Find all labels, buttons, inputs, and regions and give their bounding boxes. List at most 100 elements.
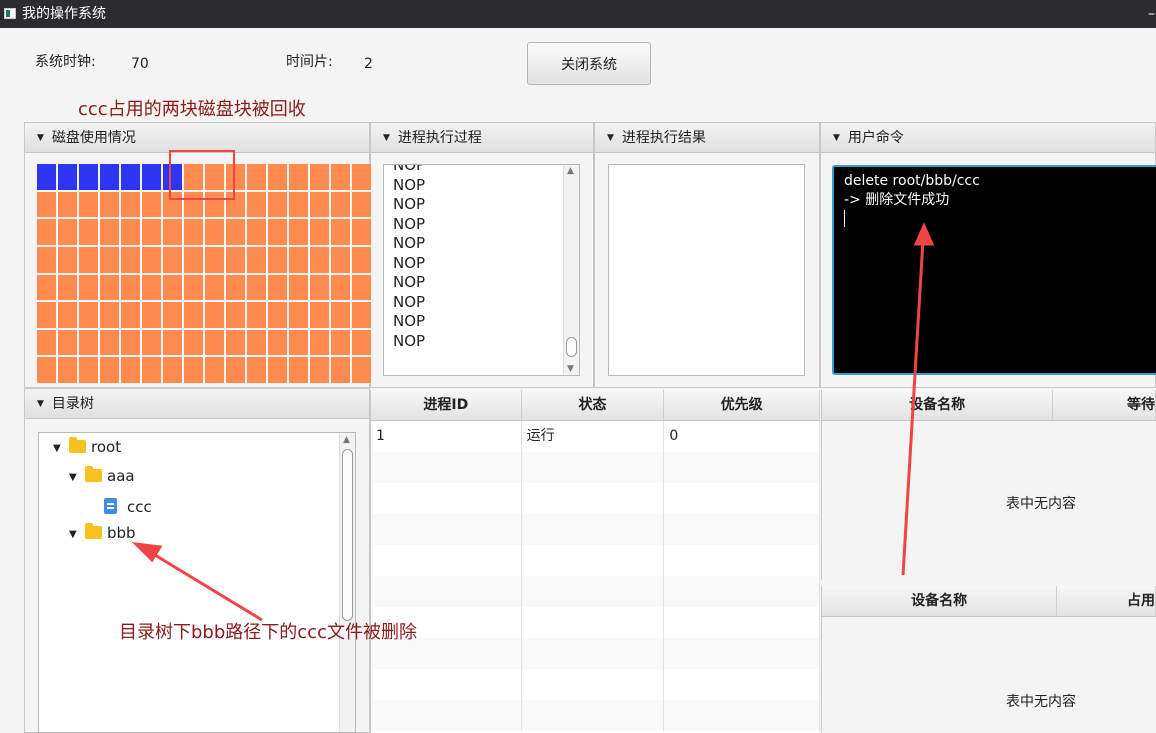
column-header-pid[interactable]: 进程ID — [371, 390, 522, 420]
disk-block-free — [226, 219, 245, 245]
disk-block-free — [142, 357, 161, 383]
disk-usage-header[interactable]: ▼ 磁盘使用情况 — [25, 123, 369, 153]
disk-block-free — [163, 274, 182, 301]
table-cell-empty — [664, 576, 821, 607]
process-log-header[interactable]: ▼ 进程执行过程 — [371, 123, 593, 153]
disk-block-free — [37, 246, 56, 273]
table-row-empty[interactable] — [371, 607, 821, 638]
process-log-scrollbar[interactable]: ▲ ▼ — [563, 165, 579, 375]
file-icon — [104, 498, 117, 514]
folder-icon — [69, 437, 86, 453]
disk-block-free — [310, 164, 329, 190]
directory-tree-title: 目录树 — [51, 396, 94, 412]
terminal-response-line: -> 删除文件成功 — [844, 192, 950, 208]
disk-block-free — [37, 357, 56, 383]
process-log-list[interactable]: NOP NOP NOP NOP NOP NOP NOP NOP NOP NOP ▲ ▼ — [383, 164, 580, 376]
table-row-empty[interactable] — [371, 452, 821, 483]
disk-block-free — [289, 191, 308, 218]
disk-block-free — [184, 219, 203, 245]
table-row-empty[interactable] — [371, 545, 821, 576]
scroll-down-icon[interactable]: ▼ — [567, 364, 574, 374]
scroll-thumb[interactable] — [342, 449, 353, 621]
scroll-thumb[interactable] — [566, 337, 577, 357]
tree-node-bbb[interactable]: ▼ bbb — [69, 523, 136, 542]
disk-block-free — [100, 329, 119, 356]
table-cell-empty — [371, 669, 522, 700]
disk-block-free — [268, 219, 287, 245]
table-row-empty[interactable] — [371, 669, 821, 700]
scroll-up-icon[interactable]: ▲ — [567, 166, 574, 176]
table-cell-empty — [664, 607, 821, 638]
tree-node-root[interactable]: ▼ root — [53, 437, 122, 456]
disk-block-free — [247, 191, 266, 218]
disk-block-free — [247, 246, 266, 273]
table-cell-empty — [664, 545, 821, 576]
table-row-empty[interactable] — [371, 483, 821, 514]
disk-block-free — [310, 219, 329, 245]
disk-annotation: ccc占用的两块磁盘块被回收 — [78, 99, 306, 120]
disk-block-free — [163, 329, 182, 356]
table-cell-empty — [664, 483, 821, 514]
column-header-priority[interactable]: 优先级 — [664, 390, 821, 420]
cell-pid: 1 — [371, 421, 522, 452]
column-header-device-name[interactable]: 设备名称 — [822, 390, 1054, 420]
disk-usage-title: 磁盘使用情况 — [51, 130, 136, 146]
disk-block-free — [310, 357, 329, 383]
process-result-list[interactable] — [608, 164, 805, 376]
table-row-empty[interactable] — [371, 638, 821, 669]
process-table: 进程ID 状态 优先级 1 运行 0 — [370, 390, 821, 733]
tree-node-ccc[interactable]: ccc — [104, 496, 152, 516]
tree-node-aaa[interactable]: ▼ aaa — [69, 466, 135, 485]
disk-block-free — [205, 357, 224, 383]
column-header-occupied[interactable]: 占用 — [1057, 586, 1156, 616]
disk-block-free — [331, 357, 350, 383]
table-cell-empty — [522, 545, 665, 576]
disk-block-free — [100, 191, 119, 218]
tree-node-label: root — [91, 438, 122, 456]
disk-block-free — [121, 357, 140, 383]
table-row-empty[interactable] — [371, 514, 821, 545]
column-header-waiting[interactable]: 等待 — [1053, 390, 1156, 420]
folder-icon — [85, 523, 102, 539]
expand-triangle-icon[interactable]: ▼ — [69, 529, 81, 540]
clock-label: 系统时钟: — [35, 54, 96, 70]
table-cell-empty — [522, 514, 665, 545]
device-occupy-table: 设备名称 占用 — [821, 586, 1156, 733]
reclaimed-blocks-highlight — [169, 150, 235, 200]
table-row-empty[interactable] — [371, 576, 821, 607]
user-command-header[interactable]: ▼ 用户命令 — [821, 123, 1155, 153]
window-control[interactable]: – — [1148, 0, 1156, 28]
table-cell-empty — [522, 607, 665, 638]
disk-block-free — [58, 357, 77, 383]
table-row-empty[interactable] — [371, 700, 821, 731]
disk-block-free — [184, 246, 203, 273]
process-result-header[interactable]: ▼ 进程执行结果 — [595, 123, 819, 153]
table-cell-empty — [371, 483, 522, 514]
disk-block-free — [247, 302, 266, 328]
column-header-device-name[interactable]: 设备名称 — [822, 586, 1058, 616]
expand-triangle-icon[interactable]: ▼ — [53, 443, 65, 454]
process-table-header: 进程ID 状态 优先级 — [371, 390, 821, 421]
disk-block-free — [289, 329, 308, 356]
table-row[interactable]: 1 运行 0 — [371, 421, 821, 452]
process-result-title: 进程执行结果 — [621, 130, 706, 146]
disk-block-free — [184, 302, 203, 328]
collapse-triangle-icon: ▼ — [37, 133, 44, 143]
expand-triangle-icon[interactable]: ▼ — [69, 472, 81, 483]
disk-block-free — [268, 191, 287, 218]
disk-block-free — [331, 246, 350, 273]
disk-block-free — [184, 274, 203, 301]
table-cell-empty — [371, 700, 522, 731]
log-line: NOP — [393, 273, 426, 291]
log-line: NOP — [393, 214, 426, 233]
scroll-up-icon[interactable]: ▲ — [343, 435, 350, 445]
tree-scrollbar[interactable]: ▲ — [339, 433, 355, 732]
column-header-status[interactable]: 状态 — [522, 390, 665, 420]
close-system-button[interactable]: 关闭系统 — [527, 42, 651, 85]
disk-block-free — [247, 219, 266, 245]
command-terminal[interactable]: delete root/bbb/ccc -> 删除文件成功 — [832, 165, 1156, 375]
disk-block-free — [58, 274, 77, 301]
directory-tree-header[interactable]: ▼ 目录树 — [25, 389, 369, 419]
disk-block-free — [142, 246, 161, 273]
disk-block-free — [268, 246, 287, 273]
